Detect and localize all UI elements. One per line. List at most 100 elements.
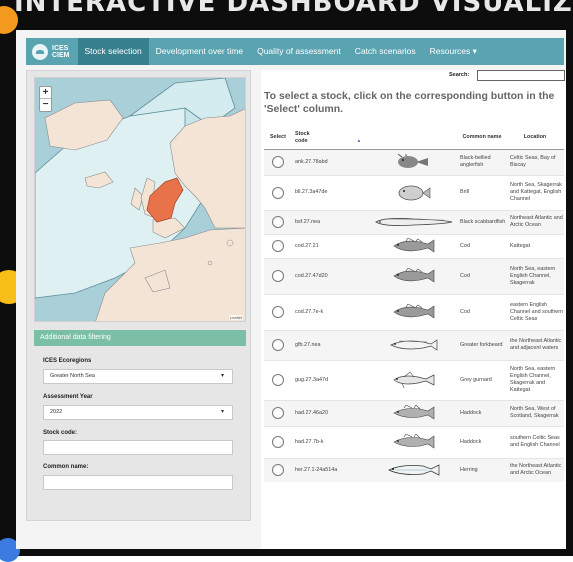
select-radio-button[interactable]: [272, 240, 284, 252]
select-radio-button[interactable]: [272, 270, 284, 282]
ecoregion-select-value: Greater North Sea: [50, 373, 95, 379]
location-cell: North Sea, eastern English Channel, Skag…: [506, 257, 564, 294]
ecoregion-select[interactable]: Greater North Sea ▾: [43, 369, 233, 384]
fish-illustration-icon: [370, 405, 458, 421]
stock-code-cell: had.27.46a20: [295, 399, 370, 426]
frame-bottom: [0, 549, 573, 556]
fish-image-cell: [370, 174, 458, 210]
select-radio-button[interactable]: [272, 464, 284, 477]
column-header-select[interactable]: Select: [264, 127, 295, 150]
search-input[interactable]: [477, 70, 565, 81]
sort-arrow-icon: ▴: [357, 137, 361, 144]
tab-quality-of-assessment[interactable]: Quality of assessment: [250, 38, 348, 65]
stock-code-cell: cod.27.7e-k: [295, 293, 370, 330]
fish-illustration-icon: [370, 304, 458, 320]
tab-development-over-time[interactable]: Development over time: [149, 38, 250, 65]
table-row: gfb.27.nea Greater forkbeard the Northeast…: [264, 329, 564, 360]
select-radio-button[interactable]: [272, 306, 284, 318]
select-cell: [264, 425, 295, 458]
select-cell: [264, 148, 295, 175]
common-name-cell: Black-bellied anglerfish: [458, 148, 506, 175]
select-radio-button[interactable]: [272, 156, 284, 168]
select-radio-button[interactable]: [272, 374, 284, 386]
ices-logo-icon: [32, 43, 48, 60]
column-header-stock-code[interactable]: Stock code ▴: [295, 127, 370, 150]
ecoregion-label: ICES Ecoregions: [43, 358, 92, 364]
banner-title: INTERACTIVE DASHBOARD VISUALIZATION: [14, 0, 573, 18]
location-cell: the Northeast Atlantic and adjacent wate…: [506, 329, 564, 360]
logo-line2: CIEM: [52, 51, 70, 59]
zoom-in-button[interactable]: +: [40, 87, 51, 99]
common-name-cell: Haddock: [458, 425, 506, 458]
common-name-input[interactable]: [43, 475, 233, 490]
common-name-cell: Greater forkbeard: [458, 329, 506, 360]
navbar: ICES CIEM Stock selection Development ov…: [26, 38, 564, 65]
filter-header: Additional data filtering: [34, 330, 246, 346]
stock-code-cell: her.27.1-24a514a: [295, 457, 370, 482]
stock-code-cell: gug.27.3a47d: [295, 359, 370, 400]
map-attribution[interactable]: Leaflet: [228, 315, 243, 320]
location-cell: North Sea, Skagerrak and Kattegat, Engli…: [506, 174, 564, 210]
table-row: ank.27.78abd Black-bellied anglerfish Celt…: [264, 148, 564, 175]
select-cell: [264, 209, 295, 234]
column-header-common-name[interactable]: Common name: [458, 127, 506, 150]
fish-image-cell: [370, 257, 458, 294]
select-radio-button[interactable]: [272, 407, 284, 419]
location-cell: North Sea, West of Scotland, Skagerrak: [506, 399, 564, 426]
ices-logo[interactable]: ICES CIEM: [26, 38, 78, 65]
fish-image-cell: [370, 233, 458, 258]
assessment-year-value: 2022: [50, 409, 63, 415]
fish-image-cell: [370, 359, 458, 400]
select-radio-button[interactable]: [272, 216, 284, 228]
stock-code-cell: ank.27.78abd: [295, 148, 370, 175]
fish-illustration-icon: [370, 216, 458, 228]
fish-illustration-icon: [370, 154, 458, 170]
select-radio-button[interactable]: [272, 436, 284, 448]
ecoregion-map-graphic: [35, 78, 245, 321]
chevron-down-icon: ▾: [220, 373, 224, 379]
fish-illustration-icon: [370, 371, 458, 389]
search-label: Search:: [449, 72, 470, 78]
tab-stock-selection[interactable]: Stock selection: [77, 38, 149, 65]
fish-image-cell: [370, 209, 458, 234]
column-header-image: [370, 127, 458, 150]
fish-illustration-icon: [370, 337, 458, 353]
tab-resources-dropdown[interactable]: Resources ▾: [423, 38, 484, 65]
fish-illustration-icon: [370, 462, 458, 478]
location-cell: eastern English Channel and southern Cel…: [506, 293, 564, 330]
common-name-cell: Haddock: [458, 399, 506, 426]
table-row: had.27.46a20 Haddock North Sea, West of Sc…: [264, 399, 564, 426]
stock-code-cell: bsf.27.nea: [295, 209, 370, 234]
assessment-year-select[interactable]: 2022 ▾: [43, 405, 233, 420]
common-name-cell: Brill: [458, 174, 506, 210]
fish-image-cell: [370, 293, 458, 330]
common-name-cell: Cod: [458, 257, 506, 294]
fish-illustration-icon: [370, 184, 458, 202]
stock-table-body: ank.27.78abd Black-bellied anglerfish Celt…: [264, 148, 564, 482]
table-header-row: Select Stock code ▴ Common name Location: [264, 127, 564, 150]
zoom-control: + −: [39, 86, 52, 112]
common-name-label: Common name:: [43, 464, 89, 470]
stock-code-cell: gfb.27.nea: [295, 329, 370, 360]
fish-image-cell: [370, 457, 458, 482]
tab-catch-scenarios[interactable]: Catch scenarios: [348, 38, 423, 65]
select-radio-button[interactable]: [272, 186, 284, 199]
table-row: gug.27.3a47d Grey gurnard North Sea, easte…: [264, 359, 564, 400]
stock-code-input[interactable]: [43, 440, 233, 455]
select-cell: [264, 174, 295, 210]
assessment-year-label: Assessment Year: [43, 394, 93, 400]
common-name-cell: Cod: [458, 233, 506, 258]
select-cell: [264, 399, 295, 426]
select-cell: [264, 233, 295, 258]
fish-image-cell: [370, 425, 458, 458]
column-header-location[interactable]: Location: [506, 127, 564, 150]
table-row: her.27.1-24a514a Herring the Northeast Atl…: [264, 457, 564, 482]
select-radio-button[interactable]: [272, 339, 284, 351]
table-row: had.27.7b-k Haddock southern Celtic Seas a…: [264, 425, 564, 458]
zoom-out-button[interactable]: −: [40, 99, 51, 111]
location-cell: Kattegat: [506, 233, 564, 258]
chevron-down-icon: ▾: [220, 409, 224, 415]
ecoregion-map[interactable]: + − Leaflet: [34, 77, 246, 322]
stock-code-cell: bll.27.3a47de: [295, 174, 370, 210]
stock-code-label: Stock code:: [43, 430, 78, 436]
